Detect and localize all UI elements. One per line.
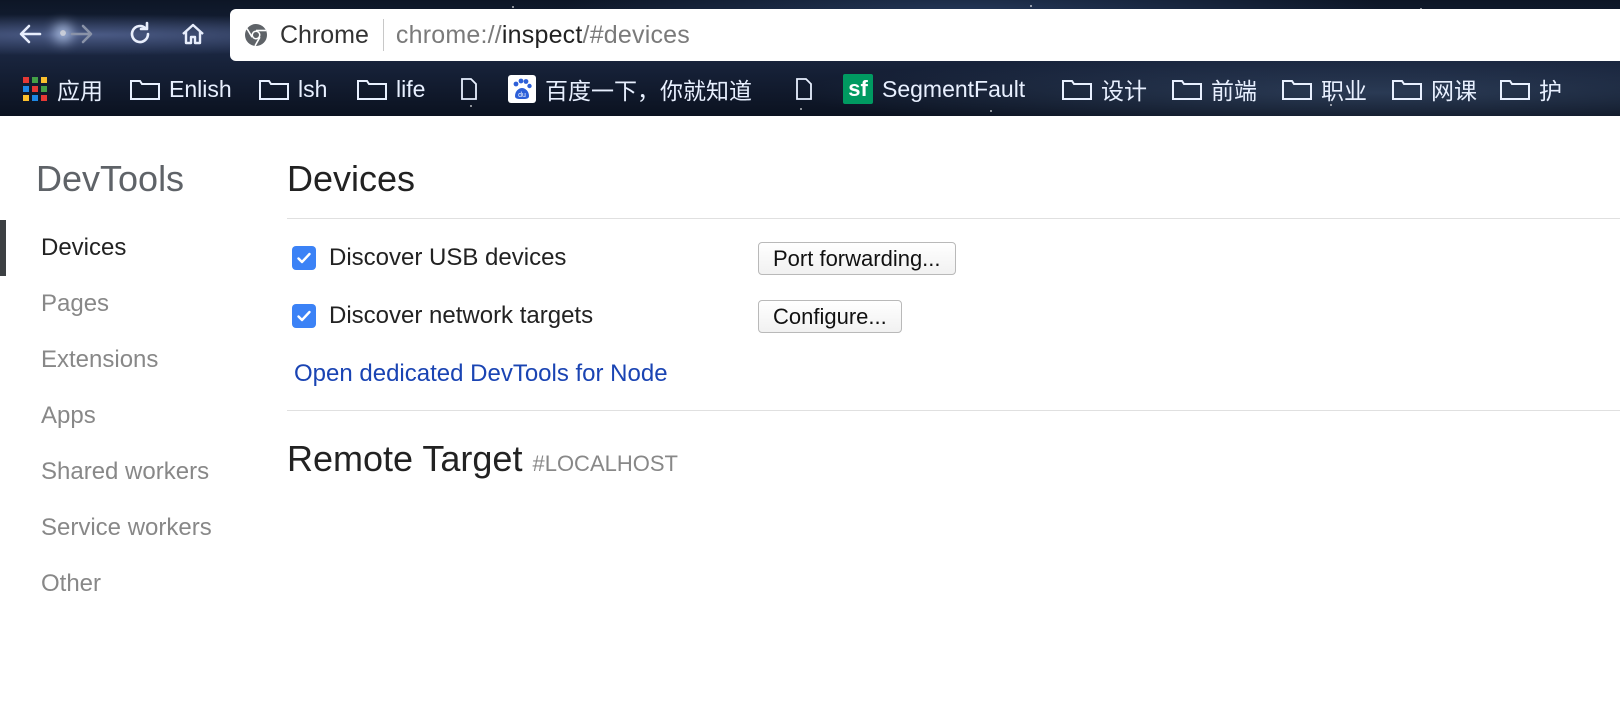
back-button[interactable] (12, 16, 48, 52)
bookmark-folder-career[interactable]: 职业 (1282, 70, 1367, 108)
usb-checkbox[interactable] (292, 246, 316, 270)
checkmark-icon (297, 310, 311, 322)
bookmark-folder-enlish[interactable]: Enlish (130, 70, 232, 108)
bookmarks-bar: 应用 Enlish lsh life du 百度一下，你就知道 sf Segme… (0, 70, 1620, 108)
bookmark-baidu[interactable]: du 百度一下，你就知道 (508, 70, 752, 108)
bookmark-folder-design[interactable]: 设计 (1062, 70, 1147, 108)
address-bar[interactable]: Chrome chrome://inspect/#devices (230, 9, 1620, 61)
forward-button[interactable] (64, 16, 100, 52)
folder-icon (1500, 80, 1530, 100)
bookmark-folder-partial[interactable]: 护 (1500, 70, 1562, 108)
folder-icon (1062, 80, 1092, 100)
folder-icon (130, 80, 160, 100)
folder-icon (357, 80, 387, 100)
sidebar-item-service-workers[interactable]: Service workers (0, 500, 260, 556)
header-divider (287, 218, 1620, 219)
bookmark-apps[interactable]: 应用 (22, 70, 103, 108)
bookmark-folder-life[interactable]: life (357, 70, 425, 108)
network-label: Discover network targets (329, 302, 594, 329)
sidebar-item-devices[interactable]: Devices (0, 220, 260, 276)
apps-grid-icon (22, 76, 48, 102)
option-usb-row: Discover USB devices (292, 241, 566, 275)
sidebar-item-pages[interactable]: Pages (0, 276, 260, 332)
section-divider (287, 410, 1620, 411)
baidu-icon: du (508, 75, 536, 103)
bookmark-page-1[interactable] (460, 70, 478, 108)
site-chip-label: Chrome (280, 20, 369, 49)
remote-target-heading: Remote Target #LOCALHOST (287, 438, 678, 479)
folder-icon (259, 80, 289, 100)
back-arrow-icon (19, 24, 42, 44)
file-icon (796, 78, 812, 100)
svg-text:du: du (518, 92, 526, 99)
folder-icon (1282, 80, 1312, 100)
network-checkbox[interactable] (292, 304, 316, 328)
chrome-logo-icon (245, 24, 267, 47)
bookmark-folder-courses[interactable]: 网课 (1392, 70, 1477, 108)
bookmark-segmentfault[interactable]: sf SegmentFault (843, 70, 1025, 108)
segmentfault-icon: sf (843, 74, 873, 104)
reload-icon (130, 21, 150, 44)
node-devtools-link[interactable]: Open dedicated DevTools for Node (294, 360, 668, 388)
sidebar-title: DevTools (36, 158, 185, 199)
home-icon (182, 23, 204, 45)
file-icon (461, 78, 477, 100)
folder-icon (1392, 80, 1422, 100)
usb-label: Discover USB devices (329, 244, 567, 271)
checkmark-icon (297, 252, 311, 264)
bookmark-folder-lsh[interactable]: lsh (259, 70, 327, 108)
forward-arrow-icon (70, 24, 93, 44)
folder-icon (1172, 80, 1202, 100)
browser-toolbar: Chrome chrome://inspect/#devices 应用 Enli… (0, 0, 1620, 116)
option-network-row: Discover network targets (292, 299, 593, 333)
sidebar-item-other[interactable]: Other (0, 556, 260, 612)
sidebar-item-extensions[interactable]: Extensions (0, 332, 260, 388)
omnibox-separator (382, 19, 384, 51)
sidebar-item-shared-workers[interactable]: Shared workers (0, 444, 260, 500)
remote-target-host: #LOCALHOST (532, 451, 678, 476)
sidebar-item-apps[interactable]: Apps (0, 388, 260, 444)
page-title: Devices (287, 158, 416, 199)
reload-button[interactable] (122, 16, 158, 52)
bookmark-folder-frontend[interactable]: 前端 (1172, 70, 1257, 108)
bookmark-page-2[interactable] (795, 70, 813, 108)
home-button[interactable] (175, 16, 211, 52)
port-forwarding-button[interactable]: Port forwarding... (758, 242, 956, 275)
url-text[interactable]: chrome://inspect/#devices (396, 21, 690, 50)
configure-button[interactable]: Configure... (758, 300, 902, 333)
